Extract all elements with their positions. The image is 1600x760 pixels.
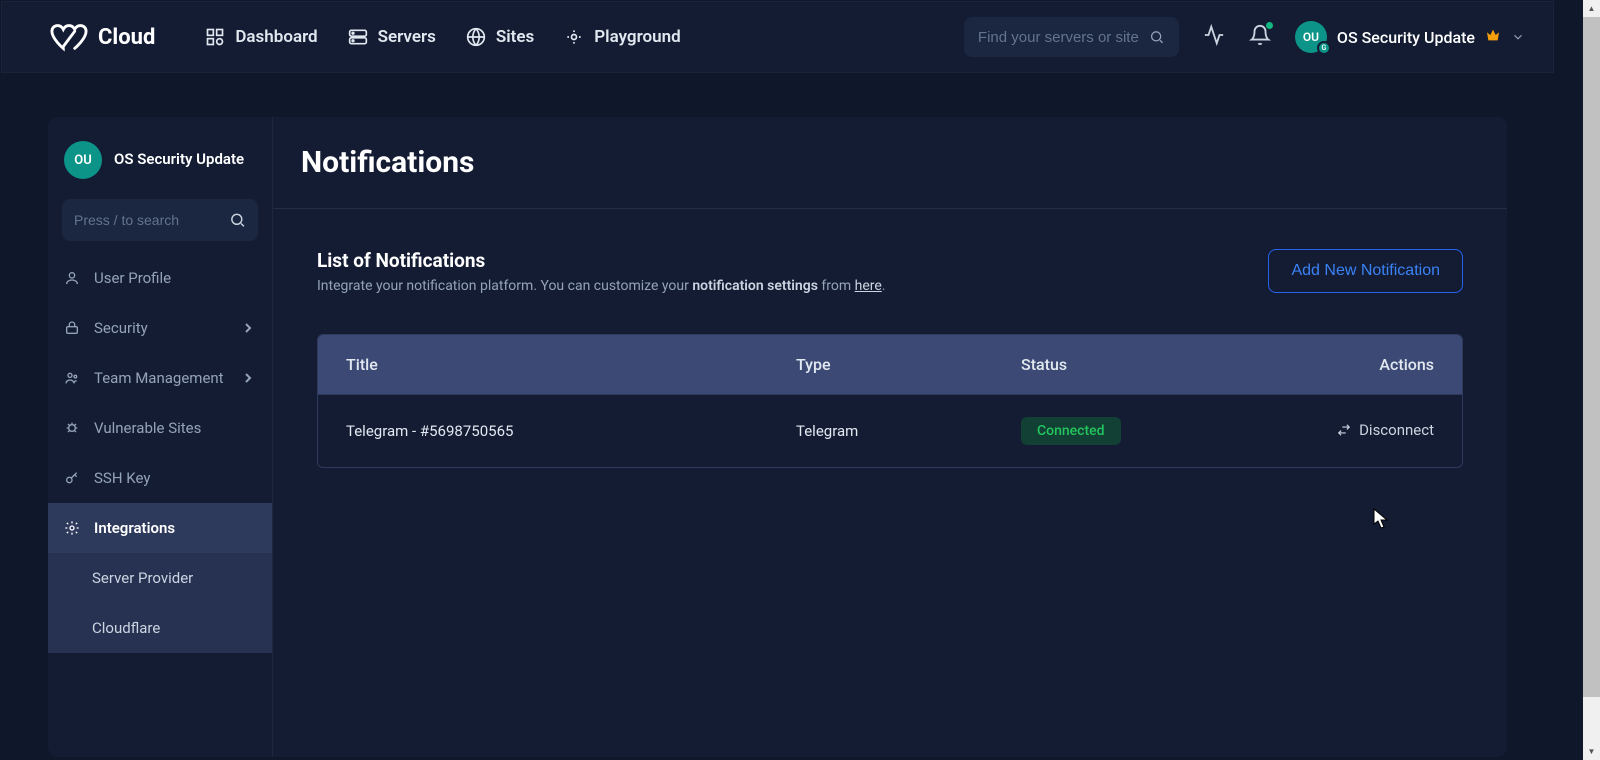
disconnect-button[interactable]: Disconnect — [1337, 421, 1434, 439]
activity-icon — [1203, 24, 1225, 46]
sidebar-user[interactable]: OU OS Security Update — [48, 141, 272, 199]
global-search-input[interactable] — [978, 29, 1139, 46]
sidebar-item-vulnerable[interactable]: Vulnerable Sites — [48, 403, 272, 453]
swap-icon — [1337, 423, 1351, 437]
sidebar-sub-server-provider[interactable]: Server Provider — [48, 553, 272, 603]
user-avatar: OU G — [1295, 21, 1327, 53]
disconnect-label: Disconnect — [1359, 421, 1434, 439]
activity-button[interactable] — [1203, 24, 1225, 50]
gear-icon — [64, 520, 80, 536]
notifications-table: Title Type Status Actions Telegram - #56… — [317, 334, 1463, 468]
bug-icon — [64, 420, 80, 436]
sidebar-item-team[interactable]: Team Management — [48, 353, 272, 403]
sidebar-item-label: Security — [94, 319, 148, 337]
shield-icon — [64, 320, 80, 336]
scrollbar[interactable]: ▲ ▼ — [1583, 0, 1600, 760]
grid-icon — [205, 27, 225, 47]
chevron-right-icon — [240, 320, 256, 336]
crown-icon — [1485, 27, 1501, 47]
page-title: Notifications — [273, 145, 1507, 209]
nav-servers-label: Servers — [378, 27, 436, 47]
sidebar-item-label: Vulnerable Sites — [94, 419, 201, 437]
add-notification-button[interactable]: Add New Notification — [1268, 249, 1463, 293]
sidebar-item-integrations[interactable]: Integrations — [48, 503, 272, 553]
nav-sites[interactable]: Sites — [466, 27, 534, 47]
brand-logo-icon — [50, 18, 88, 56]
search-icon — [229, 210, 246, 230]
brand-name: Cloud — [98, 25, 155, 50]
user-name-label: OS Security Update — [1337, 28, 1475, 47]
avatar-sub-badge: G — [1317, 41, 1331, 55]
sidebar: OU OS Security Update User Profile Secur… — [48, 117, 273, 757]
sidebar-avatar: OU — [64, 141, 102, 179]
key-icon — [64, 470, 80, 486]
th-type: Type — [796, 355, 1021, 374]
sidebar-search-input[interactable] — [74, 212, 221, 228]
sidebar-item-ssh[interactable]: SSH Key — [48, 453, 272, 503]
scrollbar-up-button[interactable]: ▲ — [1583, 0, 1600, 17]
nav-playground[interactable]: Playground — [564, 27, 680, 47]
chevron-right-icon — [240, 370, 256, 386]
playground-icon — [564, 27, 584, 47]
scrollbar-down-button[interactable]: ▼ — [1583, 743, 1600, 760]
section-title: List of Notifications — [317, 249, 886, 272]
scrollbar-thumb[interactable] — [1583, 17, 1600, 697]
sidebar-search[interactable] — [62, 199, 258, 241]
sidebar-user-name: OS Security Update — [114, 150, 244, 170]
global-search[interactable] — [964, 17, 1179, 57]
sidebar-sub-cloudflare[interactable]: Cloudflare — [48, 603, 272, 653]
th-status: Status — [1021, 355, 1321, 374]
th-actions: Actions — [1321, 355, 1434, 374]
nav-sites-label: Sites — [496, 27, 534, 47]
sidebar-item-security[interactable]: Security — [48, 303, 272, 353]
sidebar-item-label: Team Management — [94, 369, 224, 387]
th-title: Title — [346, 355, 796, 374]
nav-dashboard-label: Dashboard — [235, 27, 317, 47]
sidebar-item-label: User Profile — [94, 269, 171, 287]
nav-links: Dashboard Servers Sites Playground — [205, 27, 680, 47]
top-nav: Cloud Dashboard Servers Sites Playground — [1, 1, 1554, 73]
notifications-button[interactable] — [1249, 24, 1271, 50]
server-icon — [348, 27, 368, 47]
nav-dashboard[interactable]: Dashboard — [205, 27, 317, 47]
table-header: Title Type Status Actions — [318, 335, 1462, 394]
sidebar-item-profile[interactable]: User Profile — [48, 253, 272, 303]
sidebar-item-label: Server Provider — [92, 569, 193, 587]
chevron-down-icon — [1511, 30, 1525, 44]
avatar-initials: OU — [1303, 30, 1319, 44]
sidebar-sub-integrations: Server Provider Cloudflare — [48, 553, 272, 653]
search-icon — [1149, 28, 1165, 46]
status-badge: Connected — [1021, 417, 1121, 445]
cell-title: Telegram - #5698750565 — [346, 422, 796, 440]
user-menu[interactable]: OU G OS Security Update — [1295, 21, 1525, 53]
cell-type: Telegram — [796, 422, 1021, 440]
main-content: Notifications List of Notifications Inte… — [273, 117, 1507, 757]
notification-dot-icon — [1266, 22, 1273, 29]
cell-actions: Disconnect — [1321, 421, 1434, 441]
user-icon — [64, 270, 80, 286]
team-icon — [64, 370, 80, 386]
table-row: Telegram - #5698750565 Telegram Connecte… — [318, 394, 1462, 467]
nav-playground-label: Playground — [594, 27, 680, 47]
nav-servers[interactable]: Servers — [348, 27, 436, 47]
sidebar-item-label: Cloudflare — [92, 619, 160, 637]
sidebar-item-label: SSH Key — [94, 469, 150, 487]
globe-icon — [466, 27, 486, 47]
sidebar-item-label: Integrations — [94, 519, 175, 537]
notification-settings-link[interactable]: here — [855, 278, 882, 294]
cell-status: Connected — [1021, 417, 1321, 445]
section-description: Integrate your notification platform. Yo… — [317, 278, 886, 294]
brand-logo[interactable]: Cloud — [50, 18, 155, 56]
